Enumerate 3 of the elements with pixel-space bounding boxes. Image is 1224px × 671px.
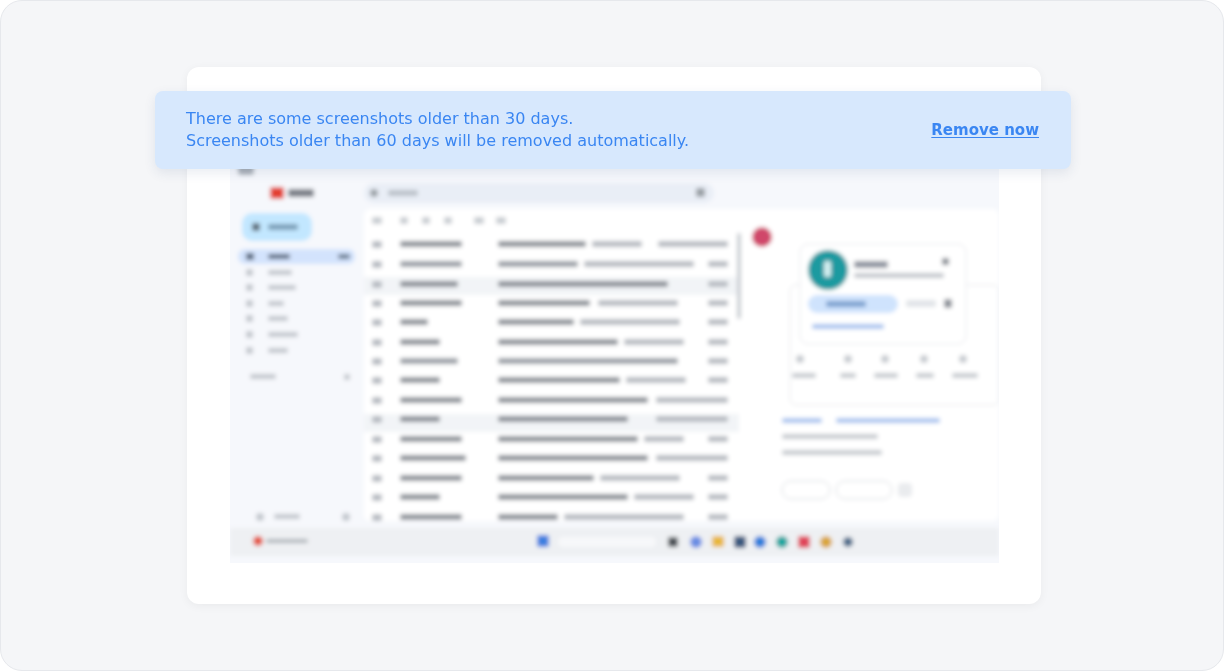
notice-text: There are some screenshots older than 30 days. xyxy=(186,108,575,130)
notice-text: Screenshots older than 60 days will be removed automatically. xyxy=(186,130,690,152)
remove-now-link[interactable]: Remove now xyxy=(931,118,1039,142)
